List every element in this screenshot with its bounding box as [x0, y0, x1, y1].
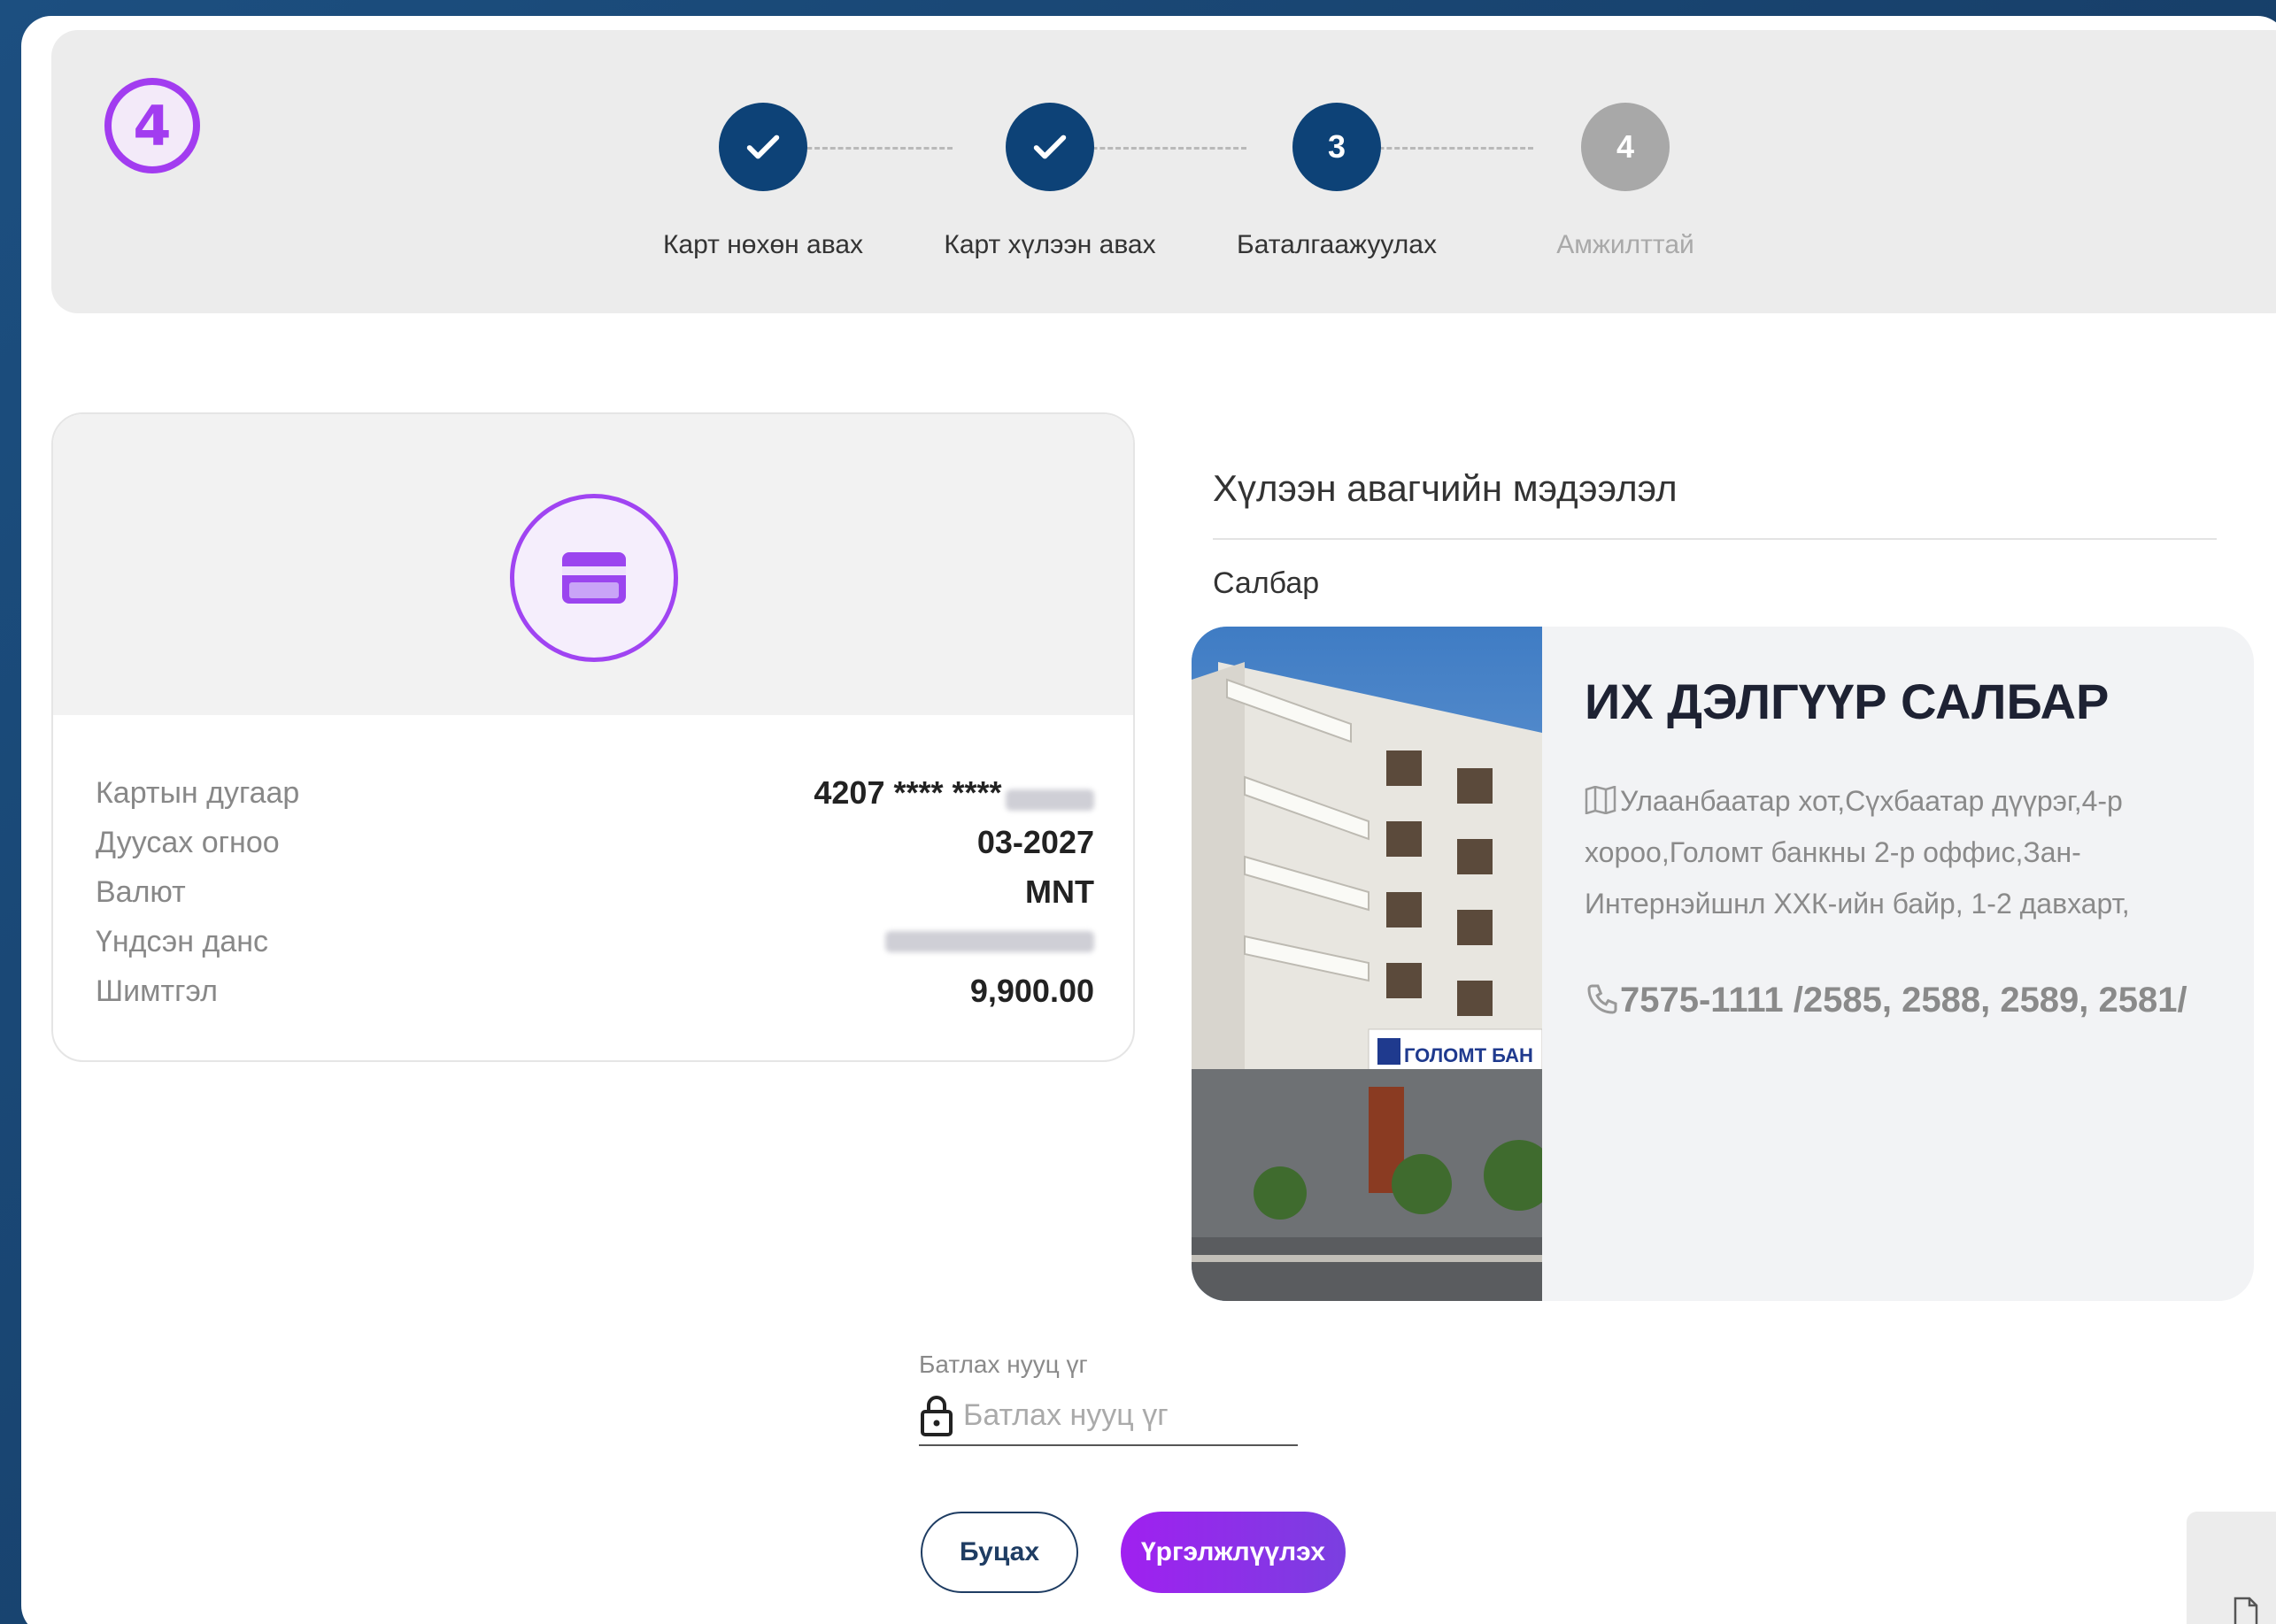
step-1-label: Карт нөхөн авах	[662, 230, 864, 259]
branch-label: Салбар	[1213, 566, 1320, 600]
step-2-check-icon	[1006, 103, 1094, 191]
password-label: Батлах нууц үг	[919, 1351, 1088, 1378]
main-account-row: Үндсэн данс	[96, 917, 1094, 966]
card-header	[53, 414, 1133, 715]
card-number-value-wrap: 4207 **** ****	[814, 774, 1094, 812]
branch-photo: ГОЛОМТ БАН	[1192, 627, 1542, 1301]
fee-label: Шимтгэл	[96, 974, 218, 1008]
card-number-label: Картын дугаар	[96, 775, 300, 810]
branch-phone-text: 7575-1111 /2585, 2588, 2589, 2581/	[1620, 981, 2187, 1020]
branch-address-text: Улаанбаатар хот,Сүхбаатар дүүрэг,4-р хор…	[1585, 785, 2130, 920]
svg-text:ГОЛОМТ БАН: ГОЛОМТ БАН	[1404, 1044, 1533, 1066]
step-4-label: Амжилттай	[1556, 230, 1694, 259]
back-button[interactable]: Буцах	[921, 1512, 1078, 1593]
map-icon	[1585, 785, 1616, 815]
currency-label: Валют	[96, 874, 186, 909]
phone-icon	[1587, 984, 1617, 1014]
document-icon	[2234, 1597, 2258, 1624]
step-3-circle: 3	[1292, 103, 1381, 191]
divider	[1213, 538, 2217, 540]
fee-row: Шимтгэл 9,900.00	[96, 966, 1094, 1016]
expiry-value: 03-2027	[976, 824, 1094, 860]
card-summary: Картын дугаар 4207 **** **** Дуусах огно…	[51, 412, 1135, 1062]
expiry-row: Дуусах огноо 03-2027	[96, 818, 1094, 867]
branch-phone[interactable]: 7575-1111 /2585, 2588, 2589, 2581/	[1585, 981, 2187, 1020]
step-3-label: Баталгаажуулах	[1237, 230, 1437, 259]
receiver-info-title: Хүлээн авагчийн мэдээлэл	[1213, 467, 1678, 509]
password-field[interactable]	[919, 1386, 1298, 1446]
step-2-label: Карт хүлээн авах	[944, 230, 1156, 259]
branch-name: ИХ ДЭЛГҮҮР САЛБАР	[1585, 673, 2110, 729]
currency-value: MNT	[1025, 874, 1094, 910]
step-4-circle: 4	[1581, 103, 1670, 191]
expiry-label: Дуусах огноо	[96, 825, 280, 859]
card-number-row: Картын дугаар 4207 **** ****	[96, 768, 1094, 818]
main-panel: 4 3 4 Карт нөхөн авах Карт хүлээн авах Б…	[21, 16, 2276, 1624]
side-tab[interactable]	[2187, 1512, 2276, 1624]
branch-card[interactable]: ГОЛОМТ БАН ИХ ДЭЛГҮҮР САЛБАР Улаанбаатар…	[1192, 627, 2254, 1301]
progress-stepper: 4 3 4 Карт нөхөн авах Карт хүлээн авах Б…	[51, 30, 2276, 313]
main-account-label: Үндсэн данс	[96, 924, 269, 958]
annotation-badge: 4	[104, 78, 200, 173]
card-details: Картын дугаар 4207 **** **** Дуусах огно…	[96, 768, 1094, 1016]
branch-address: Улаанбаатар хот,Сүхбаатар дүүрэг,4-р хор…	[1585, 775, 2204, 929]
redacted-digits	[1006, 789, 1094, 811]
lock-icon	[921, 1396, 953, 1436]
password-input[interactable]	[963, 1397, 1282, 1433]
card-number-value: 4207 **** ****	[814, 774, 1002, 811]
redacted-account	[885, 931, 1094, 952]
currency-row: Валют MNT	[96, 867, 1094, 917]
continue-button[interactable]: Үргэлжлүүлэх	[1121, 1512, 1346, 1593]
fee-value: 9,900.00	[969, 973, 1094, 1009]
step-1-check-icon	[719, 103, 807, 191]
credit-card-icon	[510, 494, 678, 662]
